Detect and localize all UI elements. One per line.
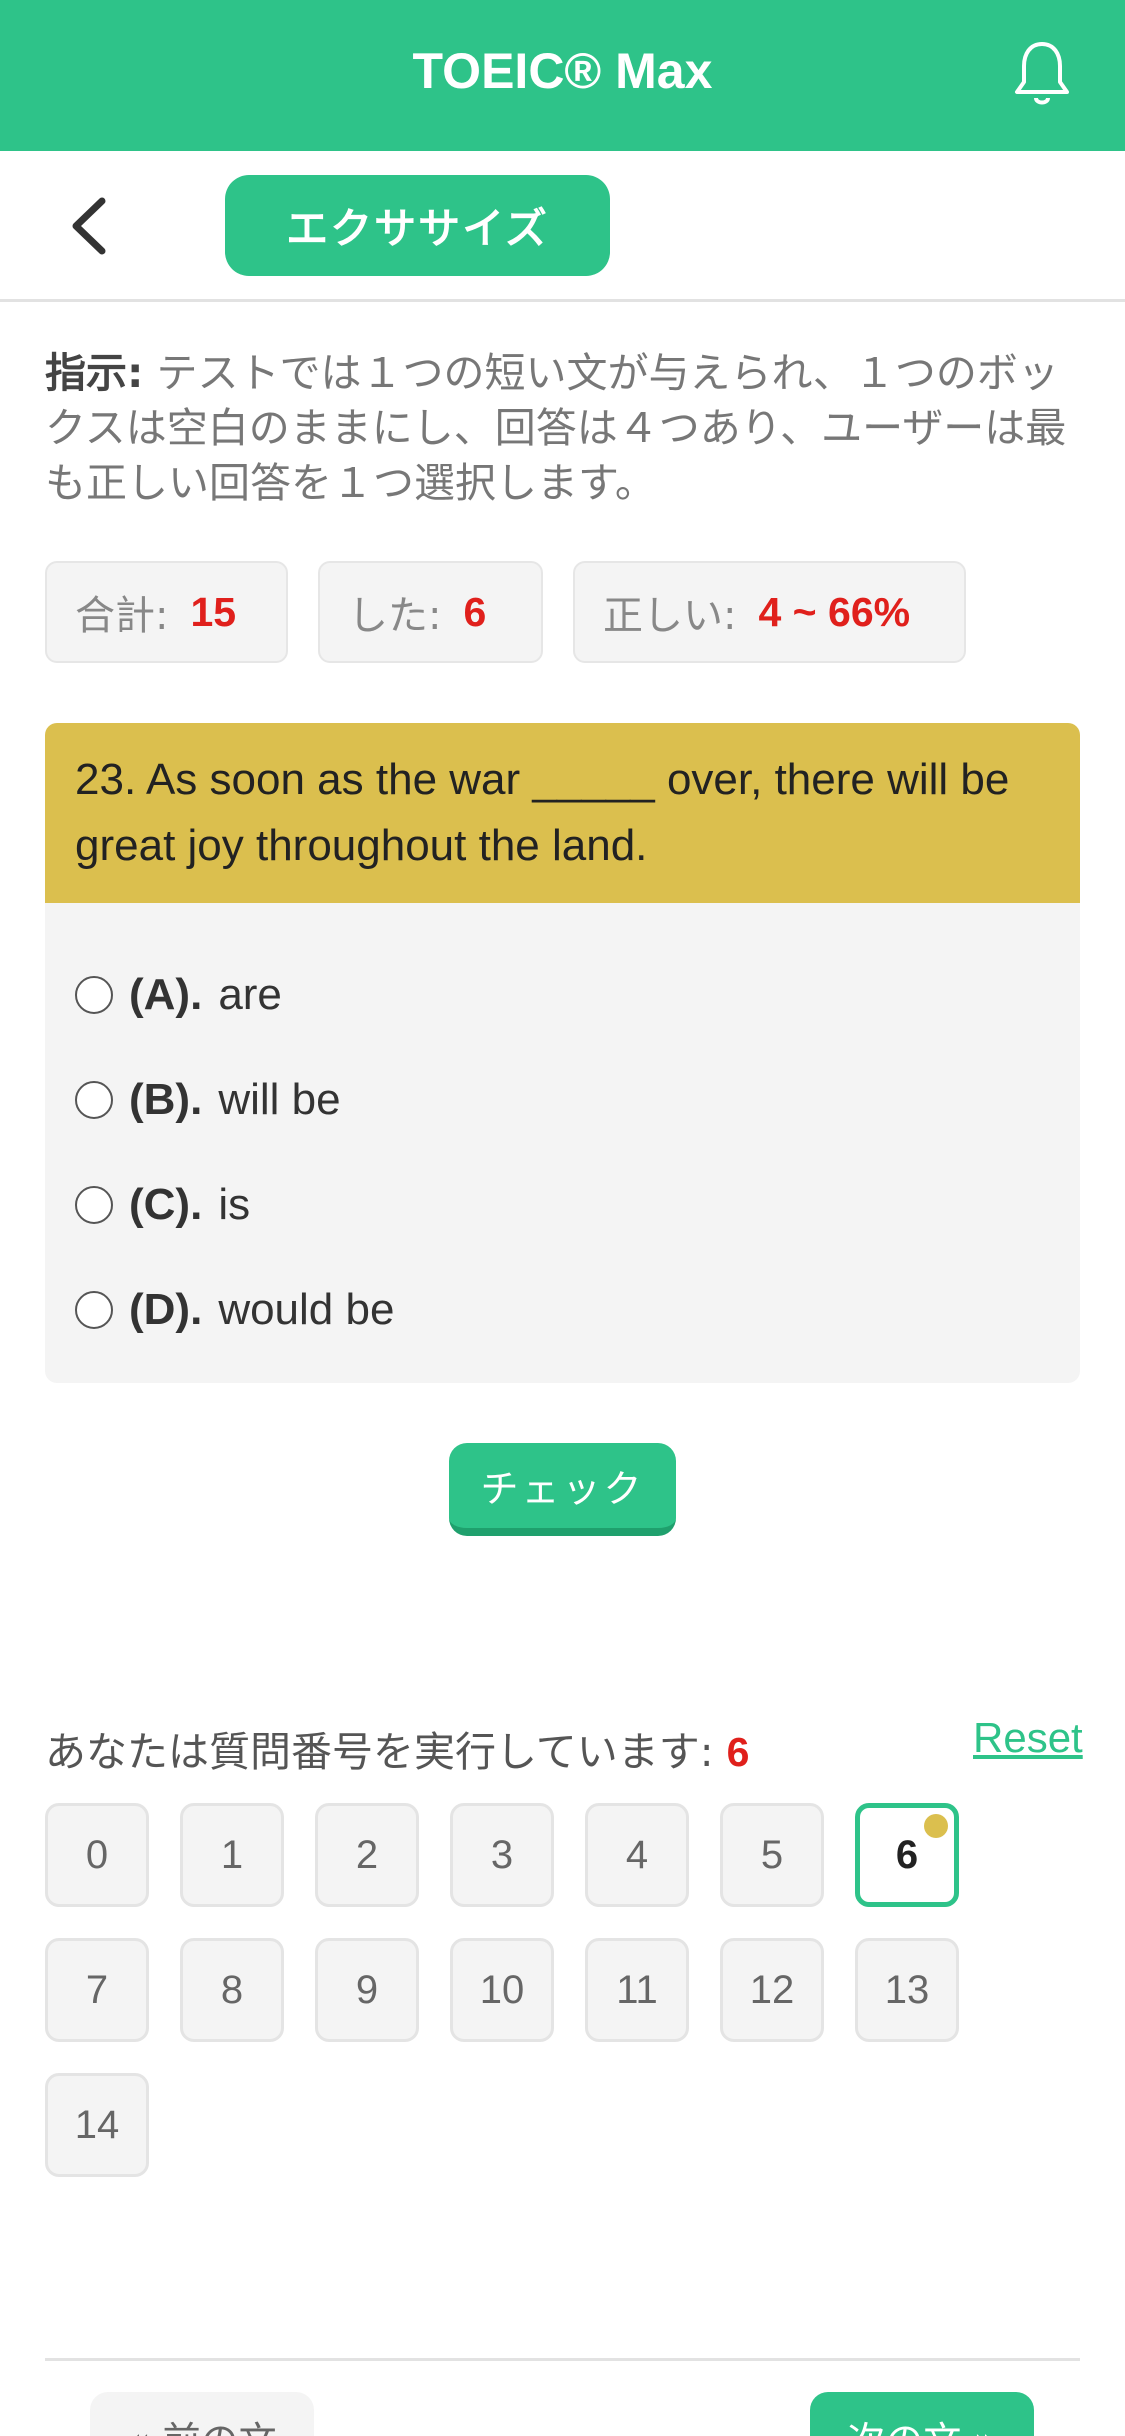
- option-letter: (C).: [129, 1180, 203, 1229]
- question-number-12[interactable]: 12: [720, 1938, 824, 2042]
- stat-total: 合計: 15: [45, 561, 288, 663]
- option-letter: (A).: [129, 970, 203, 1019]
- question-number-6-current[interactable]: 6: [855, 1803, 959, 1907]
- stat-done-value: 6: [463, 588, 487, 635]
- radio-button[interactable]: [75, 976, 113, 1014]
- stat-correct: 正しい: 4 ~ 66%: [573, 561, 966, 663]
- option-text: are: [218, 970, 282, 1019]
- option-letter: (D).: [129, 1285, 203, 1334]
- question-number-7[interactable]: 7: [45, 1938, 149, 2042]
- stat-done: した: 6: [318, 561, 543, 663]
- question-number-10[interactable]: 10: [450, 1938, 554, 2042]
- instructions-text: テストでは１つの短い文が与えられ、１つのボックスは空白のままにし、回答は４つあり…: [45, 349, 1067, 507]
- app-header: TOEIC® Max: [0, 0, 1125, 151]
- stat-correct-label: 正しい:: [603, 593, 737, 639]
- bell-icon[interactable]: [1010, 38, 1074, 110]
- answer-options: (A). are (B). will be (C). is (D). would…: [45, 903, 1080, 1383]
- running-current-number: 6: [726, 1729, 750, 1775]
- question-number-13[interactable]: 13: [855, 1938, 959, 2042]
- instructions: 指示: テストでは１つの短い文が与えられ、１つのボックスは空白のままにし、回答は…: [45, 346, 1085, 511]
- question-number-3[interactable]: 3: [450, 1803, 554, 1907]
- option-text: is: [218, 1180, 251, 1229]
- check-button[interactable]: チェック: [449, 1443, 676, 1536]
- running-question-label: あなたは質問番号を実行しています: 6: [45, 1718, 749, 1778]
- question-number-9[interactable]: 9: [315, 1938, 419, 2042]
- option-d[interactable]: (D). would be: [75, 1280, 394, 1340]
- question-number-5[interactable]: 5: [720, 1803, 824, 1907]
- radio-button[interactable]: [75, 1186, 113, 1224]
- reset-link[interactable]: Reset: [973, 1714, 1083, 1762]
- app-title: TOEIC® Max: [412, 43, 713, 99]
- option-letter: (B).: [129, 1075, 203, 1124]
- instructions-label: 指示:: [45, 349, 144, 397]
- tab-exercise[interactable]: エクササイズ: [225, 175, 610, 276]
- current-indicator-dot: [924, 1814, 948, 1838]
- option-text: will be: [218, 1075, 341, 1124]
- option-text: would be: [218, 1285, 395, 1334]
- next-sentence-button[interactable]: 次の文 »: [810, 2392, 1034, 2436]
- option-a[interactable]: (A). are: [75, 965, 282, 1025]
- question-number-8[interactable]: 8: [180, 1938, 284, 2042]
- question-number-11[interactable]: 11: [585, 1938, 689, 2042]
- chevron-left-icon[interactable]: [64, 193, 116, 259]
- radio-button[interactable]: [75, 1291, 113, 1329]
- question-number-0[interactable]: 0: [45, 1803, 149, 1907]
- question-number-1[interactable]: 1: [180, 1803, 284, 1907]
- question-number-2[interactable]: 2: [315, 1803, 419, 1907]
- radio-button[interactable]: [75, 1081, 113, 1119]
- question-number-14[interactable]: 14: [45, 2073, 149, 2177]
- previous-sentence-button[interactable]: « 前の文: [90, 2392, 314, 2436]
- question-number-label: 6: [895, 1832, 919, 1877]
- stat-total-value: 15: [190, 588, 237, 635]
- sub-navigation: エクササイズ: [0, 151, 1125, 302]
- stat-done-label: した:: [348, 593, 442, 639]
- option-c[interactable]: (C). is: [75, 1175, 250, 1235]
- question-text: 23. As soon as the war _____ over, there…: [45, 723, 1080, 903]
- option-b[interactable]: (B). will be: [75, 1070, 341, 1130]
- stat-correct-value: 4 ~ 66%: [758, 588, 911, 635]
- question-number-4[interactable]: 4: [585, 1803, 689, 1907]
- running-label-text: あなたは質問番号を実行しています:: [45, 1728, 714, 1776]
- stat-total-label: 合計:: [75, 593, 169, 639]
- footer-divider: [45, 2358, 1080, 2361]
